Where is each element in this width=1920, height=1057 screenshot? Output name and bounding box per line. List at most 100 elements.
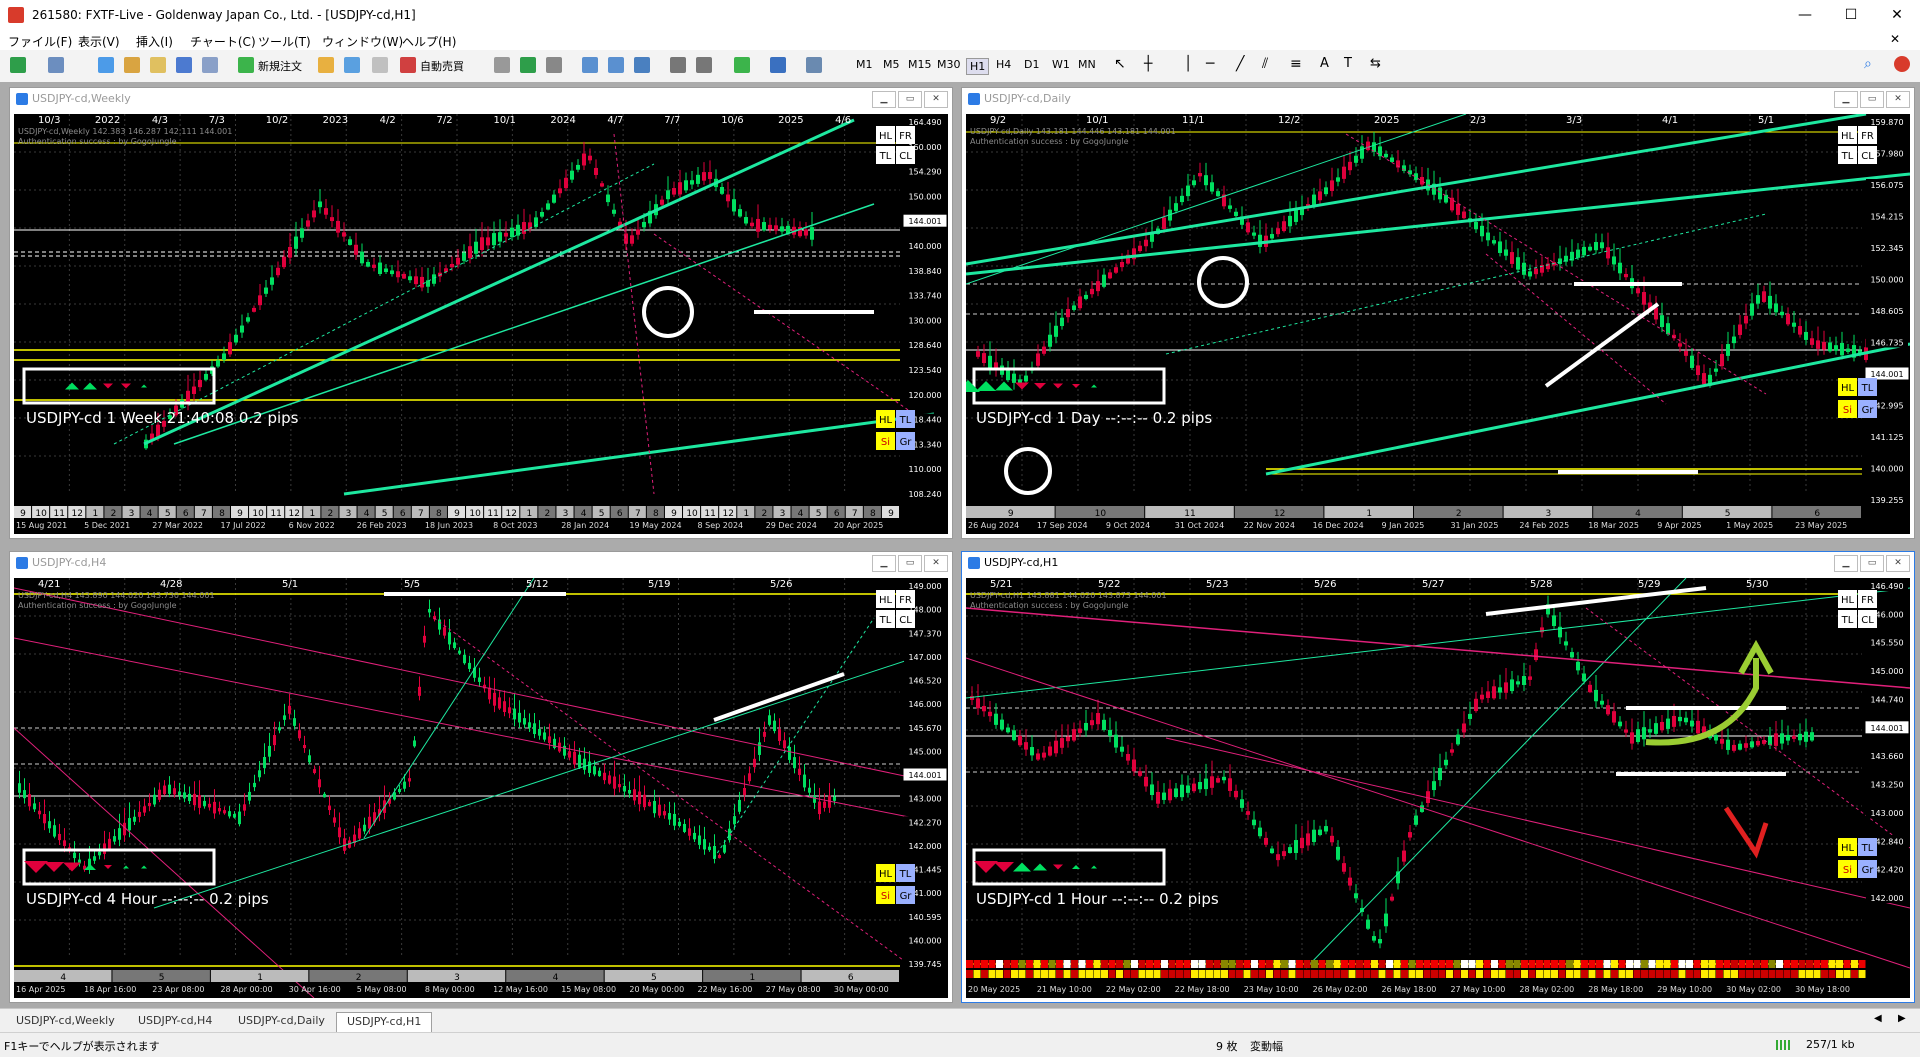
candle (248, 791, 251, 801)
data-window-icon[interactable] (124, 57, 140, 73)
arrows-icon[interactable]: ⇆ (1370, 56, 1381, 71)
period-num: 6 (183, 509, 189, 519)
search-icon[interactable]: ⌕ (1864, 56, 1872, 72)
window-restore-button[interactable]: ▭ (898, 91, 922, 108)
window-minimize-button[interactable]: ▁ (1834, 91, 1858, 108)
chart-window-h4[interactable]: USDJPY-cd,H4 ▁ ▭ ✕ 4/21 4/28 5/1 5/5 5/12 5/1… (9, 551, 953, 1003)
zoom-out-icon[interactable] (608, 57, 624, 73)
vertical-line-icon[interactable]: │ (1184, 56, 1192, 72)
text-tool-icon[interactable]: A (1320, 56, 1329, 71)
window-close-button[interactable]: ✕ (924, 555, 948, 572)
bar-chart-icon[interactable] (494, 57, 510, 73)
trendline-icon[interactable]: ╱ (1236, 56, 1244, 72)
channel-icon[interactable]: ⫽ (1262, 56, 1268, 72)
templates-icon[interactable] (806, 57, 822, 73)
tf-d1[interactable]: D1 (1024, 58, 1039, 71)
navigator-icon[interactable] (150, 57, 166, 73)
candle (93, 856, 96, 861)
tf-h4[interactable]: H4 (996, 58, 1011, 71)
chart-window-h1[interactable]: USDJPY-cd,H1 ▁ ▭ ✕ 5/21 5/22 5/23 5/26 5/27 5… (961, 551, 1915, 1003)
menu-view[interactable]: 表示(V) (78, 33, 120, 50)
chart-canvas[interactable]: 5/21 5/22 5/23 5/26 5/27 5/28 5/29 5/30 USDJPY-c… (966, 578, 1910, 998)
candlestick-icon[interactable] (520, 57, 536, 73)
window-minimize-button[interactable]: ▁ (872, 555, 896, 572)
line-chart-icon[interactable] (546, 57, 562, 73)
new-chart-icon[interactable] (10, 57, 26, 73)
window-close-button[interactable]: ✕ (924, 91, 948, 108)
window-close-button[interactable]: ✕ (1886, 91, 1910, 108)
chart-window-weekly[interactable]: USDJPY-cd,Weekly ▁ ▭ ✕ 10/3 2022 4/3 7/3 10/… (9, 87, 953, 539)
new-order-icon[interactable] (238, 57, 254, 73)
close-button[interactable]: ✕ (1874, 0, 1920, 30)
window-close-button[interactable]: ✕ (1886, 555, 1910, 572)
candle (1798, 733, 1802, 741)
signal-cell (1558, 970, 1566, 978)
window-restore-button[interactable]: ▭ (1860, 91, 1884, 108)
cursor-tool-icon[interactable]: ↖ (1114, 56, 1126, 72)
chart-canvas[interactable]: 4/21 4/28 5/1 5/5 5/12 5/19 5/26 USDJPY-cd,H4 1… (14, 578, 948, 998)
periods-icon[interactable] (770, 57, 786, 73)
tile-windows-icon[interactable] (634, 57, 650, 73)
chart-window-daily[interactable]: USDJPY-cd,Daily ▁ ▭ ✕ 9/2 10/1 11/1 12/2 202… (961, 87, 1915, 539)
menu-tools[interactable]: ツール(T) (258, 33, 311, 50)
window-titlebar[interactable]: USDJPY-cd,H4 ▁ ▭ ✕ (10, 552, 952, 574)
crosshair-icon[interactable]: ┼ (1144, 56, 1152, 72)
menu-insert[interactable]: 挿入(I) (136, 33, 173, 50)
chart-canvas[interactable]: 9/2 10/1 11/1 12/2 2025 2/3 3/3 4/1 5/1 USDJPY-cd… (966, 114, 1910, 534)
window-restore-button[interactable]: ▭ (898, 555, 922, 572)
price-label: 149.000 (908, 582, 941, 591)
terminal-icon[interactable] (176, 57, 192, 73)
auto-trade-icon[interactable] (400, 57, 416, 73)
autoscroll-icon[interactable] (696, 57, 712, 73)
signal-cell (1528, 960, 1536, 968)
chart-canvas[interactable]: 10/3 2022 4/3 7/3 10/2 2023 4/2 7/2 10/1 2024 4/7 7… (14, 114, 948, 534)
zoom-in-icon[interactable] (582, 57, 598, 73)
tab-scroll-right-icon[interactable]: ▶ (1898, 1013, 1906, 1024)
menu-help[interactable]: ヘルプ(H) (402, 33, 456, 50)
meta-editor-icon[interactable] (318, 57, 334, 73)
menu-window[interactable]: ウィンドウ(W) (322, 33, 403, 50)
window-titlebar[interactable]: USDJPY-cd,H1 ▁ ▭ ✕ (962, 552, 1914, 574)
signal-cell (1648, 970, 1656, 978)
tab-daily[interactable]: USDJPY-cd,Daily (228, 1012, 335, 1031)
profile-icon[interactable] (1894, 56, 1910, 72)
mdi-close-icon[interactable]: ✕ (1890, 32, 1900, 46)
tf-m5[interactable]: M5 (883, 58, 900, 71)
minimize-button[interactable]: — (1782, 0, 1828, 30)
chart-shift-icon[interactable] (670, 57, 686, 73)
tab-h1[interactable]: USDJPY-cd,H1 (336, 1012, 433, 1032)
tester-icon[interactable] (202, 57, 218, 73)
tab-weekly[interactable]: USDJPY-cd,Weekly (6, 1012, 125, 1031)
window-minimize-button[interactable]: ▁ (872, 91, 896, 108)
maximize-button[interactable]: ☐ (1828, 0, 1874, 30)
menu-chart[interactable]: チャート(C) (190, 33, 256, 50)
label-tool-icon[interactable]: T (1344, 56, 1352, 71)
horizontal-line-icon[interactable]: ─ (1206, 56, 1214, 72)
tab-h4[interactable]: USDJPY-cd,H4 (128, 1012, 222, 1031)
new-order-button[interactable]: 新規注文 (258, 58, 302, 74)
tf-m1[interactable]: M1 (856, 58, 873, 71)
journal-icon[interactable] (344, 57, 360, 73)
signals-icon[interactable] (372, 57, 388, 73)
profiles-icon[interactable] (48, 57, 64, 73)
candle (1270, 234, 1274, 239)
tf-m30[interactable]: M30 (937, 58, 961, 71)
window-titlebar[interactable]: USDJPY-cd,Weekly ▁ ▭ ✕ (10, 88, 952, 110)
candle (788, 746, 791, 760)
auto-trade-button[interactable]: 自動売買 (420, 58, 464, 74)
tf-mn[interactable]: MN (1078, 58, 1096, 71)
window-titlebar[interactable]: USDJPY-cd,Daily ▁ ▭ ✕ (962, 88, 1914, 110)
window-minimize-button[interactable]: ▁ (1834, 555, 1858, 572)
tf-w1[interactable]: W1 (1052, 58, 1070, 71)
tab-scroll-left-icon[interactable]: ◀ (1874, 1013, 1882, 1024)
indicators-icon[interactable] (734, 57, 750, 73)
tf-m15[interactable]: M15 (908, 58, 932, 71)
menu-file[interactable]: ファイル(F) (8, 33, 72, 50)
auth-text: Authentication success : by GogoJungle (970, 137, 1129, 146)
market-watch-icon[interactable] (98, 57, 114, 73)
window-restore-button[interactable]: ▭ (1860, 555, 1884, 572)
period-num: 4 (147, 509, 153, 519)
tf-h1[interactable]: H1 (966, 58, 990, 75)
date-label: 20 May 00:00 (629, 985, 684, 994)
fibonacci-icon[interactable]: ≡ (1290, 56, 1302, 72)
